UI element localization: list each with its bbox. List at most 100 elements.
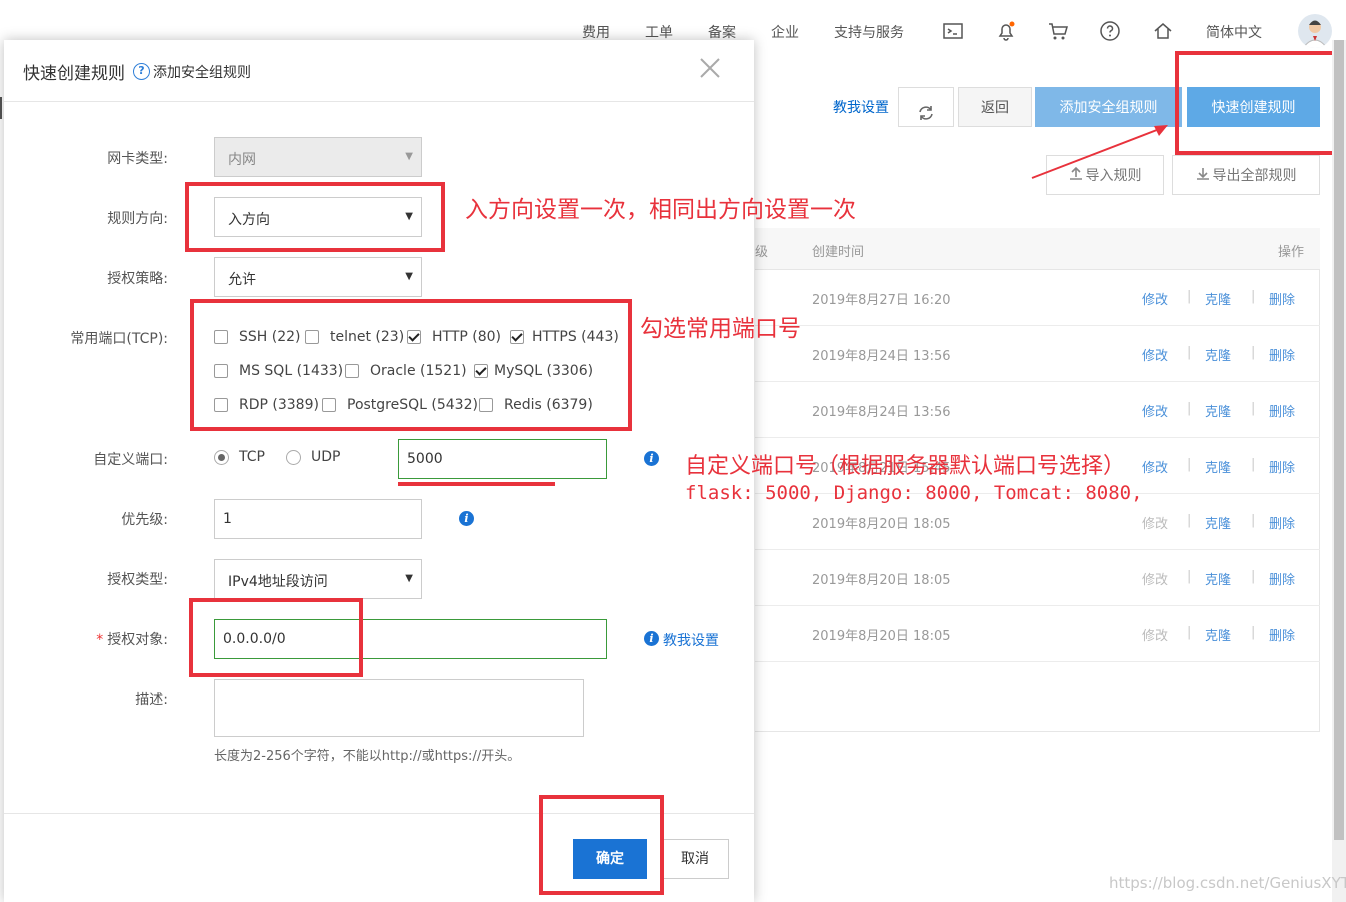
port-checkbox[interactable]: [474, 364, 488, 378]
clone-link[interactable]: 克隆: [1205, 569, 1231, 588]
col-created-time: 创建时间: [812, 245, 865, 260]
port-checkbox[interactable]: [322, 398, 336, 412]
delete-link[interactable]: 删除: [1269, 569, 1295, 588]
nav-item-enterprise[interactable]: 企业: [771, 22, 799, 42]
scrollbar-thumb[interactable]: [1334, 40, 1344, 840]
caret-down-icon: ▼: [405, 151, 413, 162]
clone-link[interactable]: 克隆: [1205, 401, 1231, 420]
delete-link[interactable]: 删除: [1269, 513, 1295, 532]
clone-link[interactable]: 克隆: [1205, 345, 1231, 364]
link-separator: |: [1187, 625, 1192, 640]
scrollbar[interactable]: [1332, 40, 1346, 902]
auth-object-input[interactable]: 0.0.0.0/0: [214, 619, 607, 659]
edit-link[interactable]: 修改: [1142, 457, 1168, 476]
home-icon[interactable]: [1152, 20, 1174, 42]
port-checkbox-label: HTTP (80): [432, 329, 502, 345]
clone-link[interactable]: 克隆: [1205, 457, 1231, 476]
delete-link[interactable]: 删除: [1269, 345, 1295, 364]
created-time-cell: 2019年8月24日 13:56: [812, 405, 951, 420]
description-label: 描述:: [135, 692, 168, 708]
link-separator: |: [1251, 513, 1256, 528]
rule-direction-select[interactable]: 入方向 ▼: [214, 197, 422, 237]
caret-down-icon: ▼: [405, 573, 413, 584]
teach-me-link[interactable]: 教我设置: [663, 630, 719, 650]
clone-link[interactable]: 克隆: [1205, 513, 1231, 532]
terminal-icon[interactable]: [942, 20, 964, 42]
port-checkbox[interactable]: [305, 330, 319, 344]
description-textarea[interactable]: [214, 679, 584, 737]
back-button[interactable]: 返回: [958, 87, 1032, 127]
refresh-button[interactable]: [898, 87, 954, 127]
table-row: 2019年8月20日 18:05 修改 | 克隆 | 删除: [755, 606, 1320, 662]
delete-link[interactable]: 删除: [1269, 289, 1295, 308]
port-checkbox[interactable]: [214, 364, 228, 378]
created-time-cell: 2019年8月20日 18:05: [812, 629, 951, 644]
dialog-title: 快速创建规则: [23, 64, 125, 84]
created-time-cell: 2019年8月27日 16:20: [812, 293, 951, 308]
language-switch[interactable]: 简体中文: [1206, 22, 1262, 42]
auth-type-select[interactable]: IPv4地址段访问 ▼: [214, 559, 422, 599]
help-circle-icon[interactable]: [1099, 20, 1121, 42]
rule-direction-label: 规则方向:: [107, 211, 168, 227]
link-separator: |: [1187, 401, 1192, 416]
required-mark: *: [96, 632, 104, 648]
nav-item-support[interactable]: 支持与服务: [834, 22, 904, 42]
nic-type-label: 网卡类型:: [107, 151, 168, 167]
priority-value: 1: [223, 511, 232, 527]
col-priority-partial: 级: [755, 245, 769, 260]
link-separator: |: [1187, 289, 1192, 304]
link-separator: |: [1187, 345, 1192, 360]
clone-link[interactable]: 克隆: [1205, 289, 1231, 308]
delete-link[interactable]: 删除: [1269, 625, 1295, 644]
info-icon[interactable]: i: [459, 511, 474, 526]
bell-icon[interactable]: [995, 20, 1017, 42]
edit-link[interactable]: 修改: [1142, 345, 1168, 364]
quick-create-rule-button[interactable]: 快速创建规则: [1187, 87, 1320, 127]
created-time-cell: 2019年8月24日 13:56: [812, 349, 951, 364]
edit-link[interactable]: 修改: [1142, 289, 1168, 308]
port-checkbox-label: MySQL (3306): [494, 363, 594, 379]
link-separator: |: [1251, 289, 1256, 304]
protocol-udp-radio[interactable]: [286, 450, 301, 465]
nav-item-filing[interactable]: 备案: [708, 22, 736, 42]
cart-icon[interactable]: [1047, 20, 1069, 42]
link-separator: |: [1251, 625, 1256, 640]
nic-type-select: 内网 ▼: [214, 137, 422, 177]
priority-input[interactable]: 1: [214, 499, 422, 539]
delete-link[interactable]: 删除: [1269, 401, 1295, 420]
custom-port-input[interactable]: 5000: [398, 439, 607, 479]
protocol-tcp-radio[interactable]: [214, 450, 229, 465]
protocol-tcp-label: TCP: [239, 449, 265, 465]
port-checkbox[interactable]: [214, 398, 228, 412]
clone-link[interactable]: 克隆: [1205, 625, 1231, 644]
info-icon[interactable]: i: [644, 451, 659, 466]
port-checkbox-label: Redis (6379): [504, 397, 593, 413]
info-icon[interactable]: i: [644, 631, 659, 646]
protocol-udp-label: UDP: [311, 449, 341, 465]
export-rules-button[interactable]: 导出全部规则: [1172, 155, 1320, 195]
custom-port-label: 自定义端口:: [93, 452, 168, 468]
avatar[interactable]: [1298, 14, 1332, 48]
port-checkbox-label: RDP (3389): [239, 397, 319, 413]
edit-link[interactable]: 修改: [1142, 401, 1168, 420]
close-icon[interactable]: [698, 56, 722, 80]
edit-link: 修改: [1142, 573, 1169, 588]
nav-item-tickets[interactable]: 工单: [645, 22, 673, 42]
dialog-footer-divider: [4, 813, 754, 814]
port-checkbox[interactable]: [214, 330, 228, 344]
delete-link[interactable]: 删除: [1269, 457, 1295, 476]
teach-me-link[interactable]: 教我设置: [833, 97, 889, 117]
cancel-button[interactable]: 取消: [661, 839, 729, 879]
confirm-button[interactable]: 确定: [573, 839, 647, 879]
port-checkbox[interactable]: [510, 330, 524, 344]
nic-type-value: 内网: [228, 152, 256, 168]
port-checkbox[interactable]: [407, 330, 421, 344]
port-checkbox[interactable]: [479, 398, 493, 412]
link-separator: |: [1251, 569, 1256, 584]
auth-policy-select[interactable]: 允许 ▼: [214, 257, 422, 297]
nav-item-billing[interactable]: 费用: [582, 22, 610, 42]
export-rules-label: 导出全部规则: [1212, 168, 1297, 184]
help-icon[interactable]: ?: [133, 63, 150, 80]
add-security-rule-link[interactable]: 添加安全组规则: [153, 62, 251, 82]
port-checkbox[interactable]: [345, 364, 359, 378]
